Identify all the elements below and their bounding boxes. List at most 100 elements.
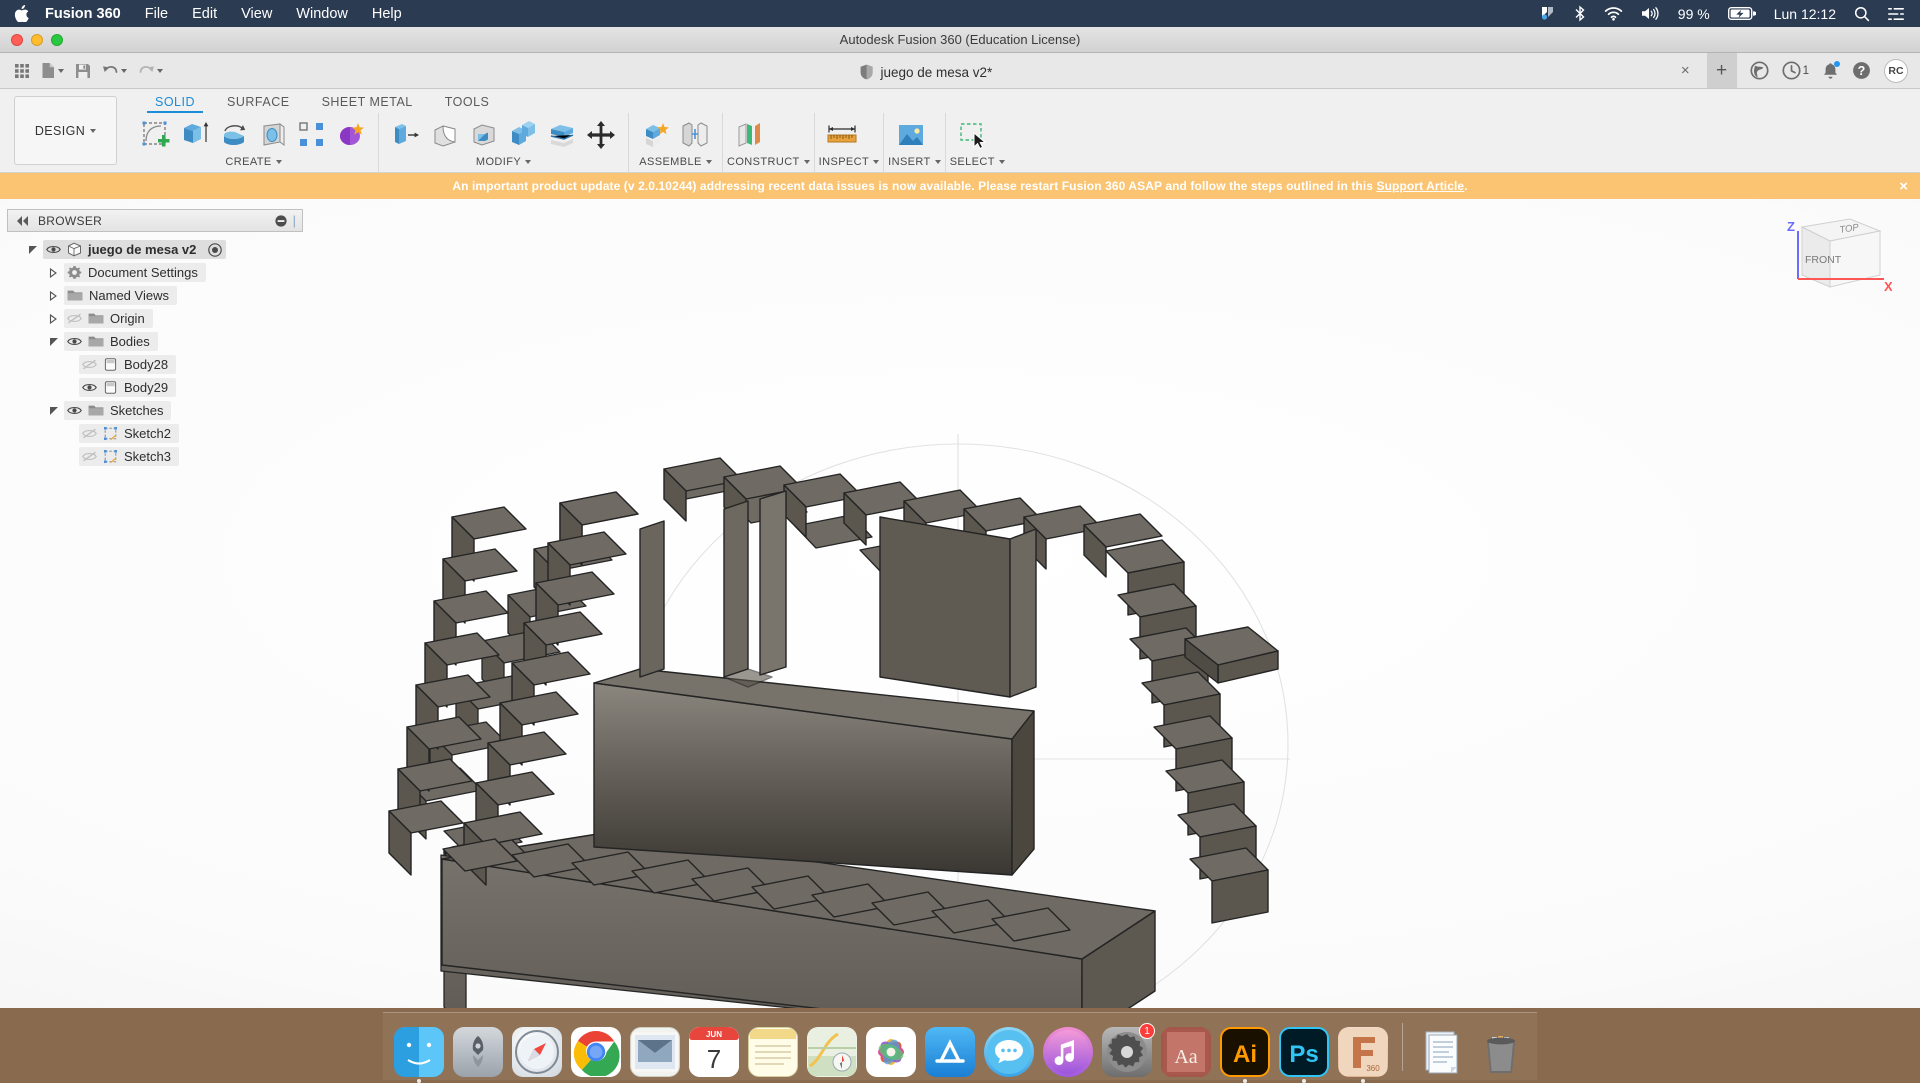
dock-item-notes[interactable] xyxy=(747,1025,799,1077)
collapse-left-icon[interactable] xyxy=(16,216,30,226)
workspace-switcher[interactable]: DESIGN xyxy=(14,96,117,165)
menu-item-edit[interactable]: Edit xyxy=(192,6,217,22)
battery-charging-icon[interactable] xyxy=(1728,6,1756,21)
revolve-icon[interactable] xyxy=(216,117,252,153)
panel-inspect-title-row[interactable]: INSPECT xyxy=(819,156,879,172)
tree-item-body29[interactable]: Body29 xyxy=(7,376,303,399)
wifi-icon[interactable] xyxy=(1604,6,1623,21)
tree-item-sketches[interactable]: Sketches xyxy=(7,399,303,422)
panel-modify-title-row[interactable]: MODIFY xyxy=(383,156,624,172)
dock-item-illustrator[interactable]: Ai xyxy=(1219,1025,1271,1077)
app-grid-icon[interactable] xyxy=(10,60,34,82)
dock-item-documents-stack[interactable] xyxy=(1416,1025,1468,1077)
document-tab-juego-de-mesa[interactable]: juego de mesa v2* xyxy=(859,64,992,80)
expander-expanded-icon[interactable] xyxy=(27,245,38,255)
dock-item-photos[interactable] xyxy=(865,1025,917,1077)
panel-create-title-row[interactable]: CREATE xyxy=(133,156,374,172)
control-center-icon[interactable] xyxy=(1888,7,1904,21)
insert-image-icon[interactable] xyxy=(893,117,929,153)
data-panel-icon[interactable] xyxy=(1750,61,1769,80)
dock-item-maps[interactable] xyxy=(806,1025,858,1077)
clock-label[interactable]: Lun 12:12 xyxy=(1774,6,1836,22)
dock-item-messages[interactable] xyxy=(983,1025,1035,1077)
tab-surface[interactable]: SURFACE xyxy=(211,95,306,113)
dock-item-launchpad[interactable] xyxy=(452,1025,504,1077)
fillet-icon[interactable] xyxy=(427,117,463,153)
press-pull-icon[interactable] xyxy=(388,117,424,153)
view-cube[interactable]: TOP FRONT Z X xyxy=(1772,209,1892,299)
tree-item-sketch3[interactable]: Sketch3 xyxy=(7,445,303,468)
redo-icon[interactable] xyxy=(134,60,167,81)
close-tab-icon[interactable]: × xyxy=(1677,62,1694,79)
expander-collapsed-icon[interactable] xyxy=(48,314,59,324)
extrude-icon[interactable] xyxy=(177,117,213,153)
panel-assemble-title-row[interactable]: ASSEMBLE xyxy=(633,156,718,172)
visibility-hidden-icon[interactable] xyxy=(67,313,82,324)
notification-center-icon[interactable] xyxy=(1539,5,1556,22)
tab-solid[interactable]: SOLID xyxy=(139,95,211,113)
dock-item-app-store[interactable] xyxy=(924,1025,976,1077)
dock-item-google-chrome[interactable] xyxy=(570,1025,622,1077)
dock-item-system-preferences[interactable]: 1 xyxy=(1101,1025,1153,1077)
menu-item-view[interactable]: View xyxy=(241,6,272,22)
expander-expanded-icon[interactable] xyxy=(48,406,59,416)
new-component-icon[interactable] xyxy=(638,117,674,153)
avatar[interactable]: RC xyxy=(1884,59,1908,83)
dock-item-trash[interactable] xyxy=(1475,1025,1527,1077)
job-status-icon[interactable]: 1 xyxy=(1782,61,1809,80)
undo-icon[interactable] xyxy=(98,60,131,81)
tree-item-named-views[interactable]: Named Views xyxy=(7,284,303,307)
dock-item-mail[interactable] xyxy=(629,1025,681,1077)
visibility-hidden-icon[interactable] xyxy=(82,451,97,462)
sweep-icon[interactable] xyxy=(255,117,291,153)
move-copy-icon[interactable] xyxy=(583,117,619,153)
combine-icon[interactable] xyxy=(505,117,541,153)
menu-item-file[interactable]: File xyxy=(145,6,168,22)
dock-item-itunes[interactable] xyxy=(1042,1025,1094,1077)
panel-select-title-row[interactable]: SELECT xyxy=(950,156,1005,172)
window-selection-icon[interactable] xyxy=(955,117,991,153)
banner-close-icon[interactable]: × xyxy=(1899,178,1908,195)
tree-item-document-settings[interactable]: Document Settings xyxy=(7,261,303,284)
menu-item-window[interactable]: Window xyxy=(296,6,348,22)
help-icon[interactable]: ? xyxy=(1852,61,1871,80)
measure-icon[interactable] xyxy=(824,117,860,153)
new-file-icon[interactable] xyxy=(37,59,68,82)
panel-construct-title-row[interactable]: CONSTRUCT xyxy=(727,156,810,172)
expander-expanded-icon[interactable] xyxy=(48,337,59,347)
expander-collapsed-icon[interactable] xyxy=(48,268,59,278)
support-article-link[interactable]: Support Article xyxy=(1376,179,1464,193)
tree-item-bodies[interactable]: Bodies xyxy=(7,330,303,353)
dock-item-finder[interactable] xyxy=(393,1025,445,1077)
notification-bell-icon[interactable] xyxy=(1822,62,1839,80)
minimize-icon[interactable] xyxy=(275,215,287,227)
volume-icon[interactable] xyxy=(1641,6,1660,21)
panel-insert-title-row[interactable]: INSERT xyxy=(888,156,941,172)
dock-item-calendar[interactable]: JUN7 xyxy=(688,1025,740,1077)
tab-tools[interactable]: TOOLS xyxy=(429,95,506,113)
activate-radio-icon[interactable] xyxy=(208,243,222,257)
dock-item-photoshop[interactable]: Ps xyxy=(1278,1025,1330,1077)
dock-item-fusion-360[interactable]: 360 xyxy=(1337,1025,1389,1077)
pattern-icon[interactable] xyxy=(294,117,330,153)
save-icon[interactable] xyxy=(71,60,95,82)
dock-item-safari[interactable] xyxy=(511,1025,563,1077)
tab-sheet-metal[interactable]: SHEET METAL xyxy=(306,95,429,113)
browser-resize-handle[interactable]: | xyxy=(293,213,296,228)
split-body-icon[interactable] xyxy=(544,117,580,153)
spotlight-search-icon[interactable] xyxy=(1854,6,1870,22)
shell-icon[interactable] xyxy=(466,117,502,153)
tree-item-body28[interactable]: Body28 xyxy=(7,353,303,376)
visibility-hidden-icon[interactable] xyxy=(82,428,97,439)
visibility-hidden-icon[interactable] xyxy=(82,359,97,370)
apple-icon[interactable] xyxy=(14,5,29,22)
dock-item-dictionary[interactable]: Aa xyxy=(1160,1025,1212,1077)
visibility-eye-icon[interactable] xyxy=(67,336,82,347)
menu-item-fusion360[interactable]: Fusion 360 xyxy=(45,6,121,22)
create-sketch-icon[interactable] xyxy=(138,117,174,153)
visibility-eye-icon[interactable] xyxy=(46,244,61,255)
tree-item-sketch2[interactable]: Sketch2 xyxy=(7,422,303,445)
tree-item-origin[interactable]: Origin xyxy=(7,307,303,330)
menu-item-help[interactable]: Help xyxy=(372,6,402,22)
offset-plane-icon[interactable] xyxy=(732,117,768,153)
